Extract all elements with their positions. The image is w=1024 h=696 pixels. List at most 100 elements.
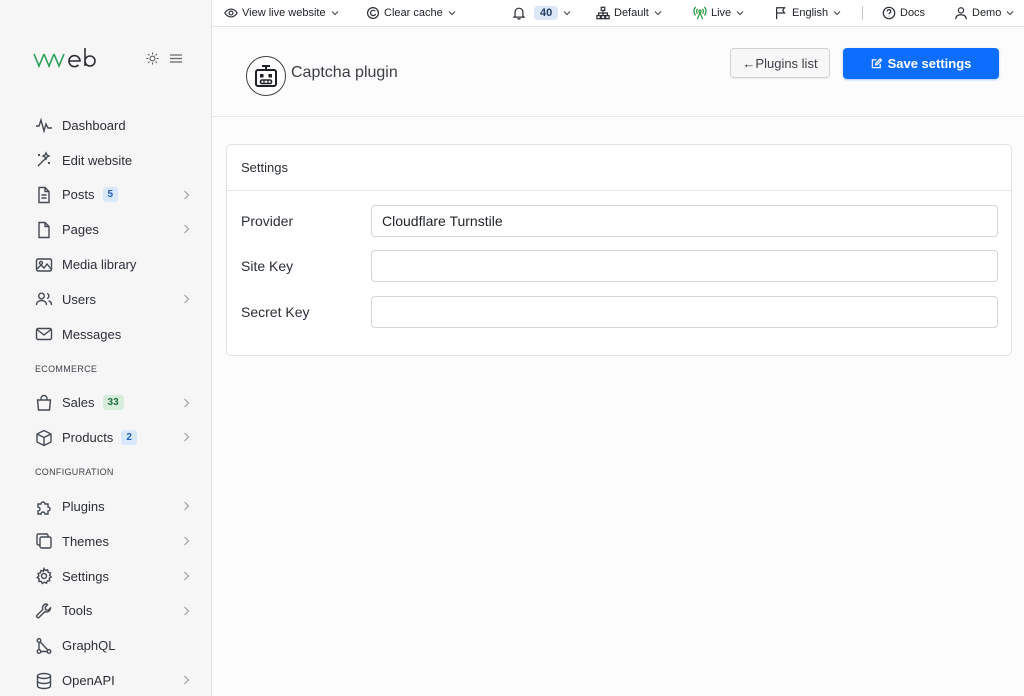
chevron-right-icon xyxy=(184,501,190,511)
user-icon xyxy=(955,7,967,20)
sidebar: vvveb Dashboard Edit website Posts 5 Pag… xyxy=(0,0,212,696)
sidebar-item-edit-website[interactable]: Edit website xyxy=(0,143,212,178)
secret-key-row: Secret Key xyxy=(227,296,1013,328)
sidebar-item-graphql[interactable]: GraphQL xyxy=(0,628,212,663)
help-circle-icon xyxy=(882,6,896,20)
site-label: Default xyxy=(614,7,649,19)
docs-link[interactable]: Docs xyxy=(882,0,925,26)
sitemap-icon xyxy=(596,6,610,20)
sidebar-item-sales[interactable]: Sales 33 xyxy=(0,386,212,421)
chevron-down-icon xyxy=(654,11,662,16)
sidebar-item-posts[interactable]: Posts 5 xyxy=(0,178,212,213)
sidebar-item-users[interactable]: Users xyxy=(0,282,212,317)
clear-cache-label: Clear cache xyxy=(384,7,443,19)
sidebar-tools xyxy=(146,52,183,65)
user-menu[interactable]: Demo xyxy=(954,0,1014,26)
chevron-right-icon xyxy=(184,398,190,407)
eye-icon xyxy=(224,8,238,18)
chevron-down-icon xyxy=(331,11,338,16)
secret-key-label: Secret Key xyxy=(241,304,310,320)
robot-icon xyxy=(246,56,286,96)
chevron-right-icon xyxy=(184,225,190,234)
mail-icon xyxy=(35,325,53,343)
clear-cache-button[interactable]: Clear cache xyxy=(366,0,456,26)
view-live-website-button[interactable]: View live website xyxy=(224,0,339,26)
secret-key-input[interactable] xyxy=(371,296,998,328)
box-icon xyxy=(35,429,53,447)
site-key-input[interactable] xyxy=(371,250,998,282)
count-badge: 33 xyxy=(102,395,124,411)
bag-icon xyxy=(35,394,53,412)
copy-icon xyxy=(35,532,53,550)
user-label: Demo xyxy=(972,7,1002,19)
sidebar-item-products[interactable]: Products 2 xyxy=(0,420,212,455)
vvveb-logo xyxy=(33,48,96,69)
chevron-down-icon xyxy=(736,11,744,16)
count-badge: 5 xyxy=(102,187,119,203)
sidebar-item-media-library[interactable]: Media library xyxy=(0,247,212,282)
site-selector[interactable]: Default xyxy=(596,0,662,26)
gear-icon xyxy=(35,567,53,585)
pulse-icon xyxy=(35,116,53,134)
chevron-right-icon xyxy=(184,432,190,442)
sidebar-nav: Dashboard Edit website Posts 5 Pages Med… xyxy=(0,108,212,696)
logo[interactable]: vvveb xyxy=(33,44,101,72)
plugins-list-button[interactable]: ←Plugins list xyxy=(730,48,830,78)
settings-card: Settings Provider Site Key Secret Key xyxy=(226,144,1012,356)
sidebar-item-tools[interactable]: Tools xyxy=(0,594,212,629)
language-selector[interactable]: English xyxy=(774,0,841,26)
database-icon xyxy=(35,672,53,690)
status-label: Live xyxy=(711,7,732,19)
sidebar-item-label: Settings xyxy=(62,568,109,584)
notification-count-badge: 40 xyxy=(534,6,559,20)
sidebar-item-label: GraphQL xyxy=(62,638,116,654)
site-key-row: Site Key xyxy=(227,250,1013,282)
flag-icon xyxy=(776,7,786,20)
chevron-right-icon xyxy=(184,190,190,199)
save-settings-button[interactable]: Save settings xyxy=(843,48,999,79)
broadcast-icon xyxy=(693,6,707,20)
docs-label: Docs xyxy=(900,7,926,19)
sidebar-item-label: Plugins xyxy=(62,499,105,515)
sidebar-item-label: Tools xyxy=(62,603,93,619)
bell-icon xyxy=(512,7,526,20)
page-title: Captcha plugin xyxy=(291,64,398,81)
chevron-down-icon xyxy=(563,11,571,16)
provider-row: Provider xyxy=(227,205,1013,237)
menu-icon[interactable] xyxy=(169,53,183,64)
sidebar-item-pages[interactable]: Pages xyxy=(0,212,212,247)
sidebar-item-label: Products xyxy=(62,430,114,446)
sidebar-item-label: Pages xyxy=(62,222,99,238)
chevron-right-icon xyxy=(184,606,190,615)
sun-icon[interactable] xyxy=(146,52,159,65)
sidebar-item-plugins[interactable]: Plugins xyxy=(0,489,212,524)
status-selector[interactable]: Live xyxy=(693,0,744,26)
edit-icon xyxy=(871,58,882,69)
chevron-right-icon xyxy=(184,294,190,304)
sidebar-item-label: Themes xyxy=(62,533,109,549)
graph-icon xyxy=(35,637,53,655)
sidebar-item-dashboard[interactable]: Dashboard xyxy=(0,108,212,143)
sidebar-item-messages[interactable]: Messages xyxy=(0,317,212,352)
magic-wand-icon xyxy=(35,151,53,169)
section-title-configuration: CONFIGURATION xyxy=(35,467,114,478)
sidebar-item-label: Media library xyxy=(62,257,137,273)
sidebar-item-label: Users xyxy=(62,291,96,307)
notifications-button[interactable]: 40 xyxy=(512,0,571,26)
chevron-right-icon xyxy=(184,536,190,546)
sidebar-item-settings[interactable]: Settings xyxy=(0,559,212,594)
sidebar-item-label: Posts xyxy=(62,187,95,203)
sidebar-item-label: Messages xyxy=(62,326,122,342)
sidebar-item-openapi[interactable]: OpenAPI xyxy=(0,663,212,696)
wrench-icon xyxy=(35,602,53,620)
page-icon xyxy=(35,221,53,239)
sidebar-item-label: OpenAPI xyxy=(62,673,115,689)
sidebar-item-themes[interactable]: Themes xyxy=(0,524,212,559)
chevron-right-icon xyxy=(184,675,190,685)
sidebar-item-label: Dashboard xyxy=(62,117,126,133)
sidebar-item-label: Sales xyxy=(62,395,95,411)
chevron-down-icon xyxy=(833,11,841,16)
provider-select[interactable] xyxy=(371,205,998,237)
topbar-divider xyxy=(862,6,863,20)
top-bar: View live website Clear cache 40 Default… xyxy=(212,0,1024,27)
